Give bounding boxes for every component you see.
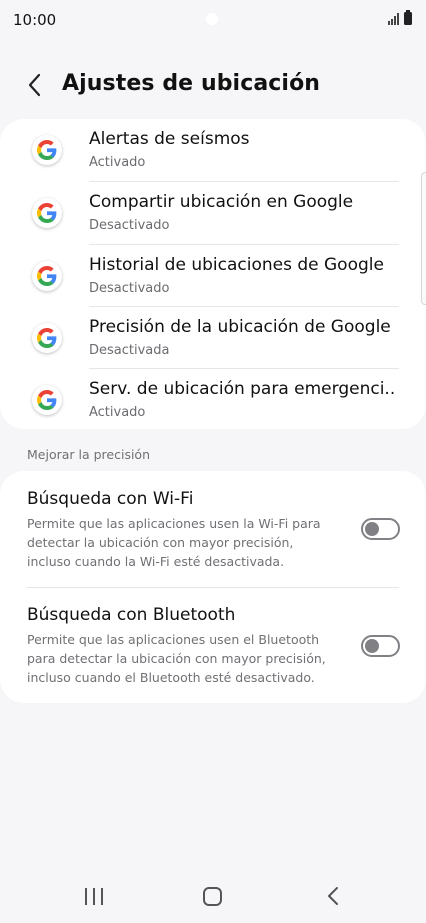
section-header: Mejorar la precisión (27, 447, 151, 462)
wifi-scanning-title[interactable]: Búsqueda con Wi-Fi (27, 489, 193, 509)
front-camera-cutout (206, 13, 218, 25)
list-item-status: Desactivado (89, 218, 170, 233)
signal-strength-icon (388, 13, 400, 25)
google-g-icon (32, 135, 62, 165)
list-item-title: Alertas de seísmos (89, 129, 250, 149)
list-item-google-location-accuracy[interactable]: Precisión de la ubicación de Google Desa… (0, 307, 426, 369)
list-item-status: Activado (89, 405, 146, 420)
status-bar: 10:00 (0, 0, 426, 40)
description-line: para detectar la ubicación con mayor pre… (27, 651, 326, 666)
navigation-bar (0, 872, 426, 923)
list-item-status: Activado (89, 155, 146, 170)
description-line: Permite que las aplicaciones usen el Blu… (27, 632, 320, 647)
scrollbar[interactable] (421, 172, 426, 305)
description-line: incluso cuando el Bluetooth esté desacti… (27, 670, 315, 685)
list-item-title: Compartir ubicación en Google (89, 192, 354, 212)
list-item-title: Historial de ubicaciones de Google (89, 255, 384, 275)
description-line: detectar la ubicación con mayor precisió… (27, 535, 294, 550)
recent-apps-icon[interactable] (85, 888, 105, 905)
status-time: 10:00 (13, 11, 57, 29)
list-item-emergency-location-service[interactable]: Serv. de ubicación para emergenci.. Acti… (0, 369, 426, 431)
accuracy-options-card: Búsqueda con Wi-Fi Permite que las aplic… (0, 471, 426, 703)
list-item-status: Desactivada (89, 343, 170, 358)
app-bar: Ajustes de ubicación (0, 62, 426, 108)
list-item-earthquake-alerts[interactable]: Alertas de seísmos Activado (0, 119, 426, 181)
google-g-icon (32, 261, 62, 291)
page-title: Ajustes de ubicación (62, 71, 321, 96)
list-item-status: Desactivado (89, 281, 170, 296)
home-icon[interactable] (203, 887, 222, 906)
list-item-title: Serv. de ubicación para emergenci.. (89, 379, 396, 399)
bluetooth-scanning-toggle[interactable] (361, 635, 400, 657)
bluetooth-scanning-title[interactable]: Búsqueda con Bluetooth (27, 605, 235, 625)
list-item-google-location-sharing[interactable]: Compartir ubicación en Google Desactivad… (0, 182, 426, 244)
google-g-icon (32, 198, 62, 228)
description-line: Permite que las aplicaciones usen la Wi-… (27, 516, 321, 531)
wifi-scanning-description: Permite que las aplicaciones usen la Wi-… (27, 514, 347, 571)
back-button[interactable] (22, 70, 50, 100)
bluetooth-scanning-description: Permite que las aplicaciones usen el Blu… (27, 630, 347, 687)
wifi-scanning-toggle[interactable] (361, 518, 400, 540)
google-g-icon (32, 385, 62, 415)
chevron-left-icon (28, 73, 41, 97)
divider (27, 587, 399, 588)
google-g-icon (32, 323, 62, 353)
list-item-google-location-history[interactable]: Historial de ubicaciones de Google Desac… (0, 245, 426, 307)
battery-icon (404, 10, 412, 25)
location-settings-screen: 10:00 Ajustes de ubicación Alertas de se… (0, 0, 426, 923)
list-item-title: Precisión de la ubicación de Google (89, 317, 391, 337)
location-services-card: Alertas de seísmos Activado Compartir ub… (0, 119, 426, 429)
back-icon[interactable] (325, 886, 341, 906)
description-line: incluso cuando la Wi-Fi esté desactivada… (27, 554, 285, 569)
